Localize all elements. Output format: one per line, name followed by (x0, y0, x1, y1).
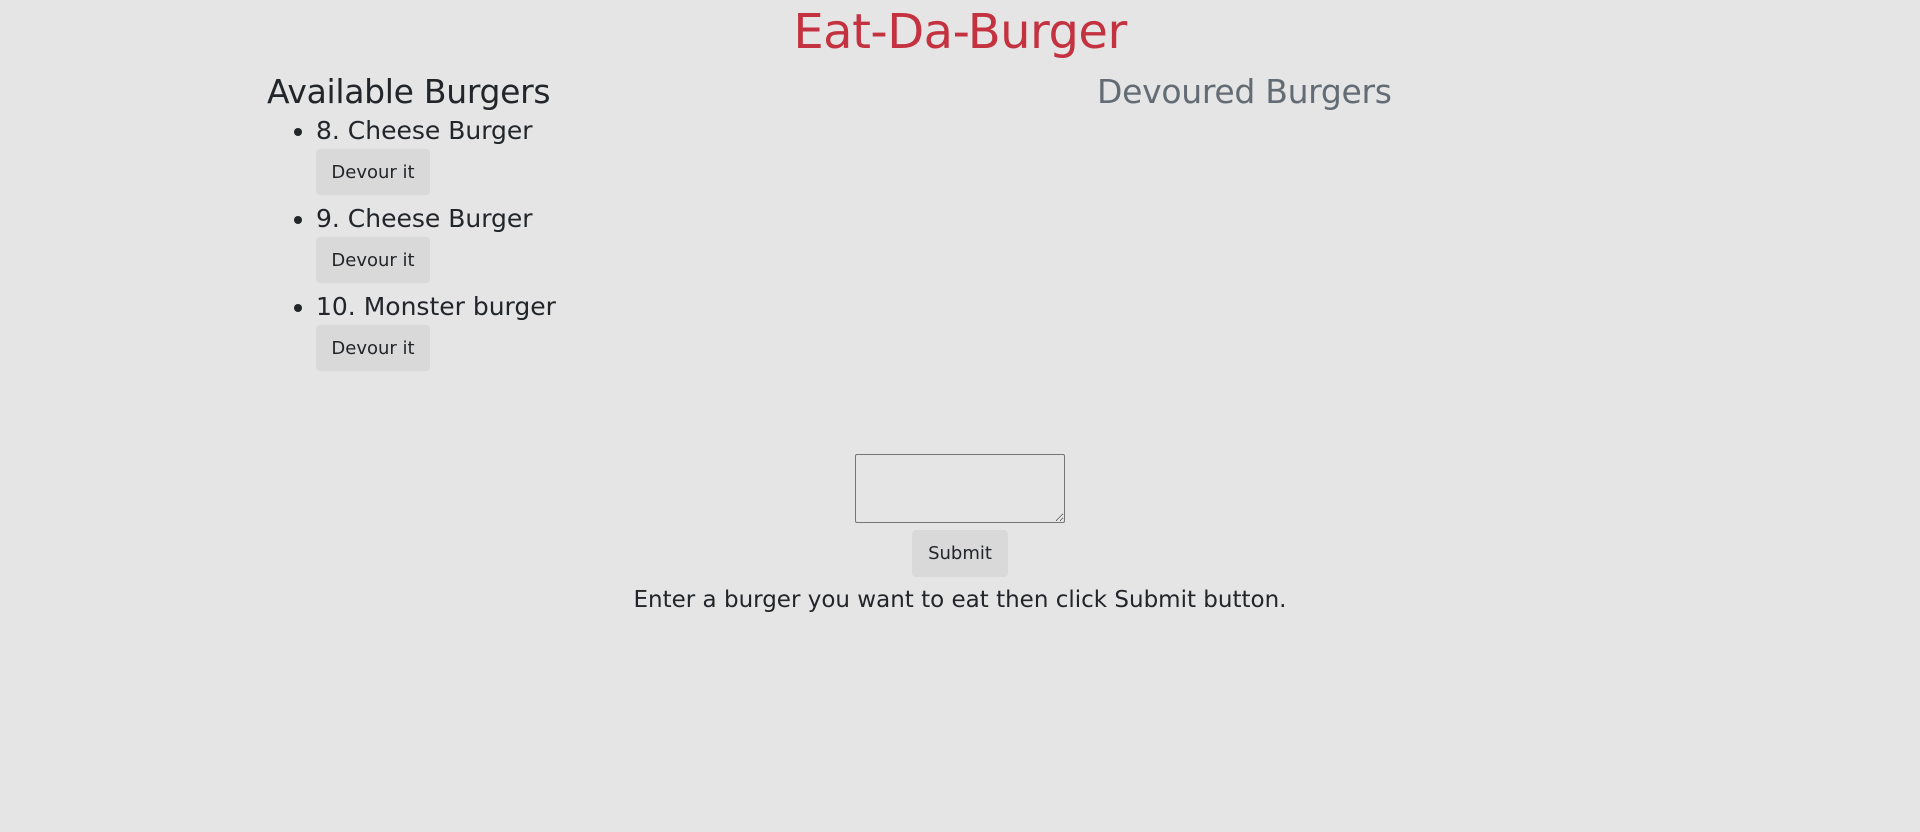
list-item: 9. Cheese Burger Devour it (316, 202, 867, 290)
devour-button[interactable]: Devour it (316, 325, 430, 371)
devoured-burgers-heading: Devoured Burgers (1097, 72, 1392, 111)
page-title: Eat-Da-Burger (793, 4, 1127, 60)
available-burgers-heading: Available Burgers (267, 72, 551, 111)
instruction-text: Enter a burger you want to eat then clic… (633, 587, 1287, 613)
burger-name: 9. Cheese Burger (316, 204, 533, 233)
devour-button[interactable]: Devour it (316, 237, 430, 283)
burger-name: 8. Cheese Burger (316, 116, 533, 145)
devour-button[interactable]: Devour it (316, 149, 430, 195)
available-burgers-list: 8. Cheese Burger Devour it 9. Cheese Bur… (267, 114, 867, 378)
burger-input[interactable] (855, 454, 1065, 523)
burger-name: 10. Monster burger (316, 292, 556, 321)
submit-button[interactable]: Submit (912, 530, 1008, 577)
list-item: 8. Cheese Burger Devour it (316, 114, 867, 202)
add-burger-form: Submit Enter a burger you want to eat th… (0, 454, 1920, 616)
list-item: 10. Monster burger Devour it (316, 290, 867, 378)
devoured-burgers-section: Devoured Burgers (1097, 70, 1697, 114)
page: Eat-Da-Burger Available Burgers 8. Chees… (0, 0, 1920, 832)
available-burgers-section: Available Burgers 8. Cheese Burger Devou… (267, 70, 867, 378)
